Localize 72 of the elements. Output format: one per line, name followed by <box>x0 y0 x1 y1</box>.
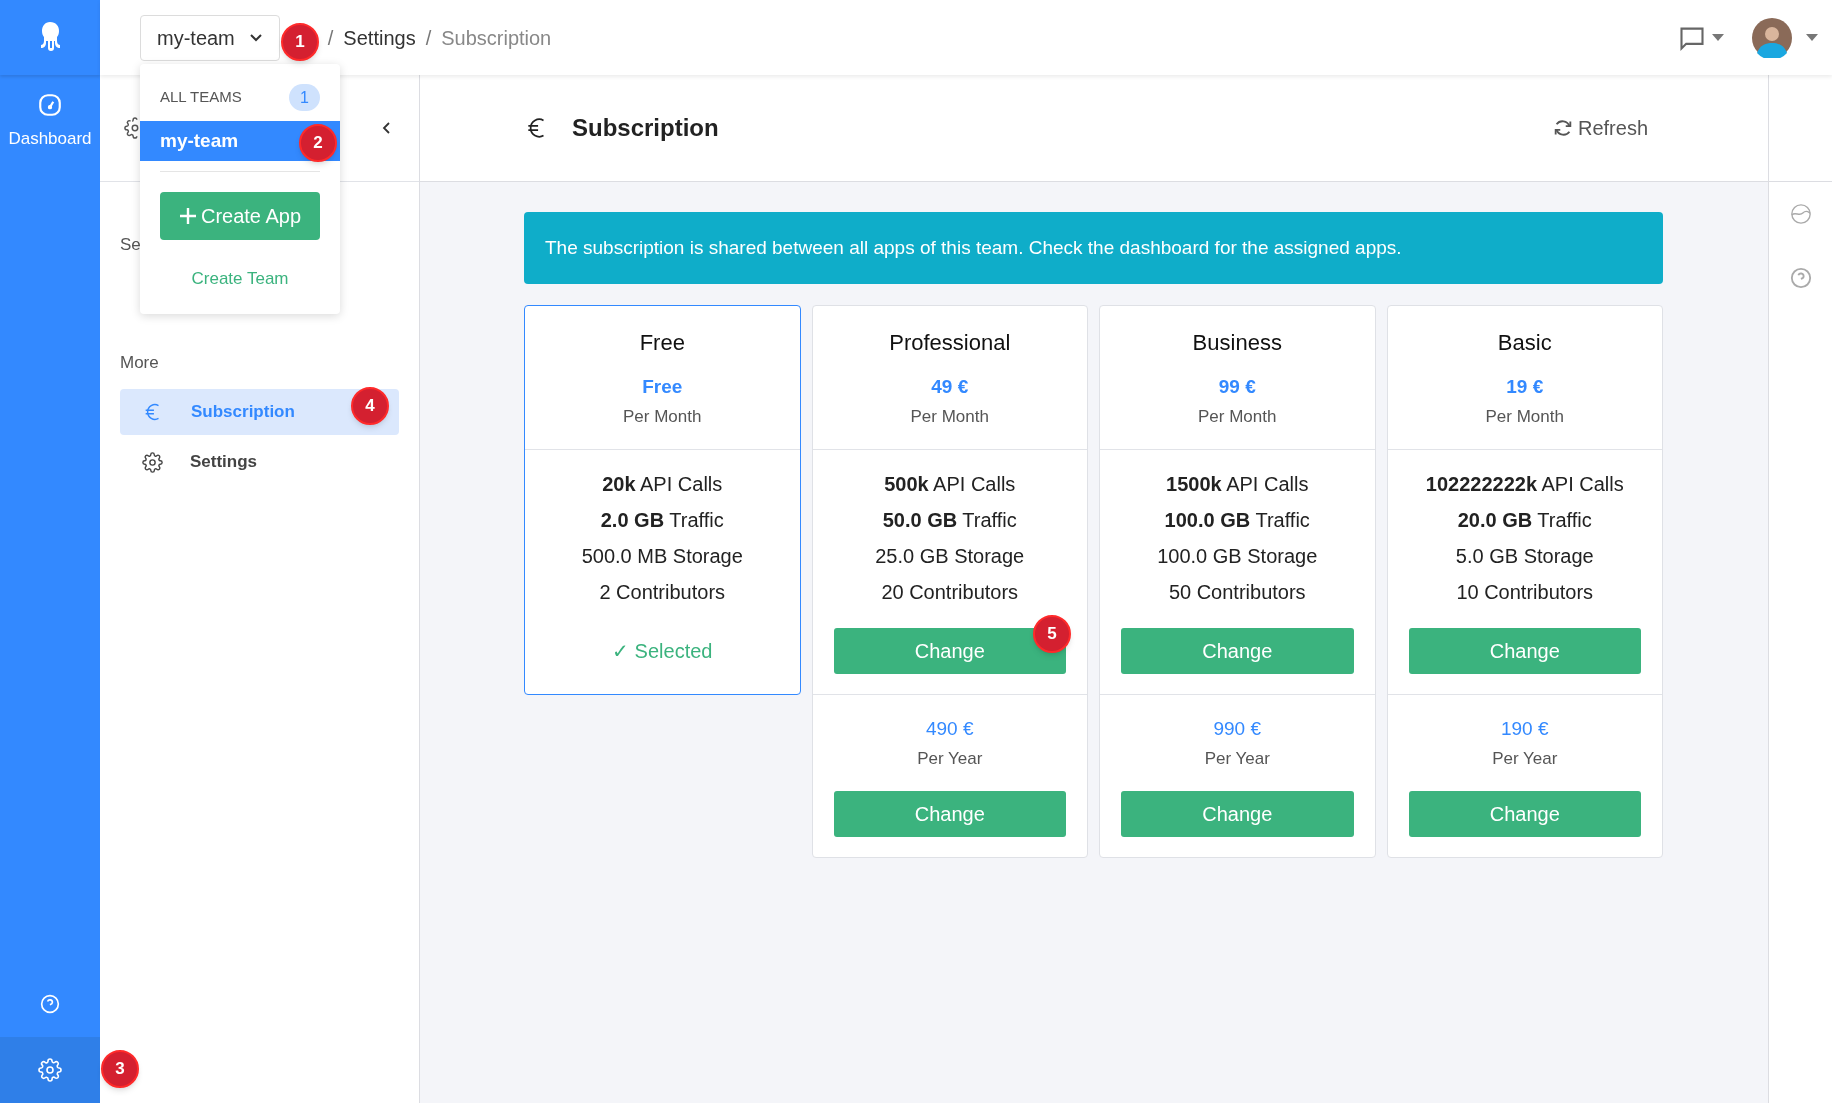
help-icon <box>40 994 60 1014</box>
plan-price: 190 € <box>1500 717 1549 741</box>
change-button[interactable]: Change <box>833 791 1066 837</box>
plan-feature: 500.0 MB Storage <box>581 544 743 569</box>
plan-period: Per Month <box>910 405 989 428</box>
plan-price: 19 € <box>1506 375 1544 399</box>
plan-feature: 50.0 GB Traffic <box>882 508 1017 533</box>
plan-feature: 20k API Calls <box>602 472 723 497</box>
team-count: 1 <box>289 84 320 111</box>
info-alert: The subscription is shared between all apps of this team. Check the dashboard for the assigned apps. <box>524 212 1663 284</box>
help-button[interactable] <box>1788 266 1813 290</box>
plan-price: Free <box>642 375 683 399</box>
breadcrumb-separator: / <box>327 25 334 51</box>
plan-feature: 5.0 GB Storage <box>1455 544 1594 569</box>
breadcrumb-current: Subscription <box>441 25 552 51</box>
section-heading: More <box>120 352 159 372</box>
plan-period: Per Month <box>1198 405 1277 428</box>
plan-period: Per Year <box>1492 747 1558 770</box>
plan-feature: 20 Contributors <box>881 580 1019 605</box>
change-button[interactable]: Change <box>1408 628 1641 674</box>
change-button[interactable]: Change <box>1121 628 1354 674</box>
plan-price: 490 € <box>925 717 974 741</box>
chevron-left-icon <box>381 121 393 135</box>
plan-feature: 102222222k API Calls <box>1425 472 1624 497</box>
plan-feature: 20.0 GB Traffic <box>1457 508 1592 533</box>
plan-feature: 2 Contributors <box>599 580 726 605</box>
section-heading: Se <box>120 235 141 254</box>
plan-feature: 100.0 GB Storage <box>1157 544 1318 569</box>
settings-button[interactable] <box>0 1037 100 1103</box>
avatar <box>1752 17 1792 58</box>
selected-status: ✓ Selected <box>612 639 713 664</box>
plan-price: 49 € <box>931 375 969 399</box>
settings-icon <box>142 451 163 473</box>
plan-price: 990 € <box>1213 717 1261 741</box>
caret-icon <box>1806 33 1818 42</box>
plan-name: Business <box>1192 329 1282 357</box>
breadcrumb-separator: / <box>425 25 432 51</box>
plan-period: Per Year <box>1204 747 1270 770</box>
plus-icon <box>178 207 197 225</box>
plan-name: Basic <box>1497 329 1552 357</box>
plan-name: Free <box>639 329 685 357</box>
plan-name: Professional <box>889 329 1011 357</box>
settings-icon <box>124 117 140 139</box>
caret-icon <box>1712 33 1724 42</box>
speedometer-icon <box>37 92 63 118</box>
plan-feature: 1500k API Calls <box>1166 472 1309 497</box>
breadcrumb-link[interactable]: Settings <box>343 22 416 53</box>
plan-price: 99 € <box>1218 375 1256 399</box>
dashboard-nav-item[interactable]: Dashboard <box>0 75 100 162</box>
page-title: Subscription <box>572 113 719 143</box>
plan-period: Per Month <box>1485 405 1564 428</box>
plan-period: Per Year <box>917 747 983 770</box>
plan-feature: 10 Contributors <box>1456 580 1594 605</box>
create-team-link[interactable]: Create Team <box>191 266 289 292</box>
change-button[interactable]: Change <box>1121 791 1354 837</box>
plan-feature: 2.0 GB Traffic <box>600 508 724 533</box>
user-menu-button[interactable] <box>1752 17 1818 58</box>
refresh-button[interactable]: Refresh <box>1551 113 1648 143</box>
plan-feature: 50 Contributors <box>1168 580 1306 605</box>
settings-icon <box>38 1058 62 1082</box>
history-button[interactable] <box>1788 202 1813 226</box>
sidebar-item[interactable]: Settings <box>120 439 399 485</box>
plan-period: Per Month <box>623 405 702 428</box>
circle-wave-icon <box>1789 203 1812 225</box>
plan-feature: 25.0 GB Storage <box>875 544 1025 569</box>
create-app-button[interactable]: Create App <box>160 192 320 240</box>
plan-feature: 100.0 GB Traffic <box>1164 508 1310 533</box>
change-button[interactable]: Change <box>1408 791 1641 837</box>
menu-heading: ALL TEAMS <box>160 87 242 108</box>
plan-feature: 500k API Calls <box>884 472 1016 497</box>
help-icon <box>1789 267 1812 289</box>
team-dropdown[interactable]: my-team <box>140 14 280 61</box>
